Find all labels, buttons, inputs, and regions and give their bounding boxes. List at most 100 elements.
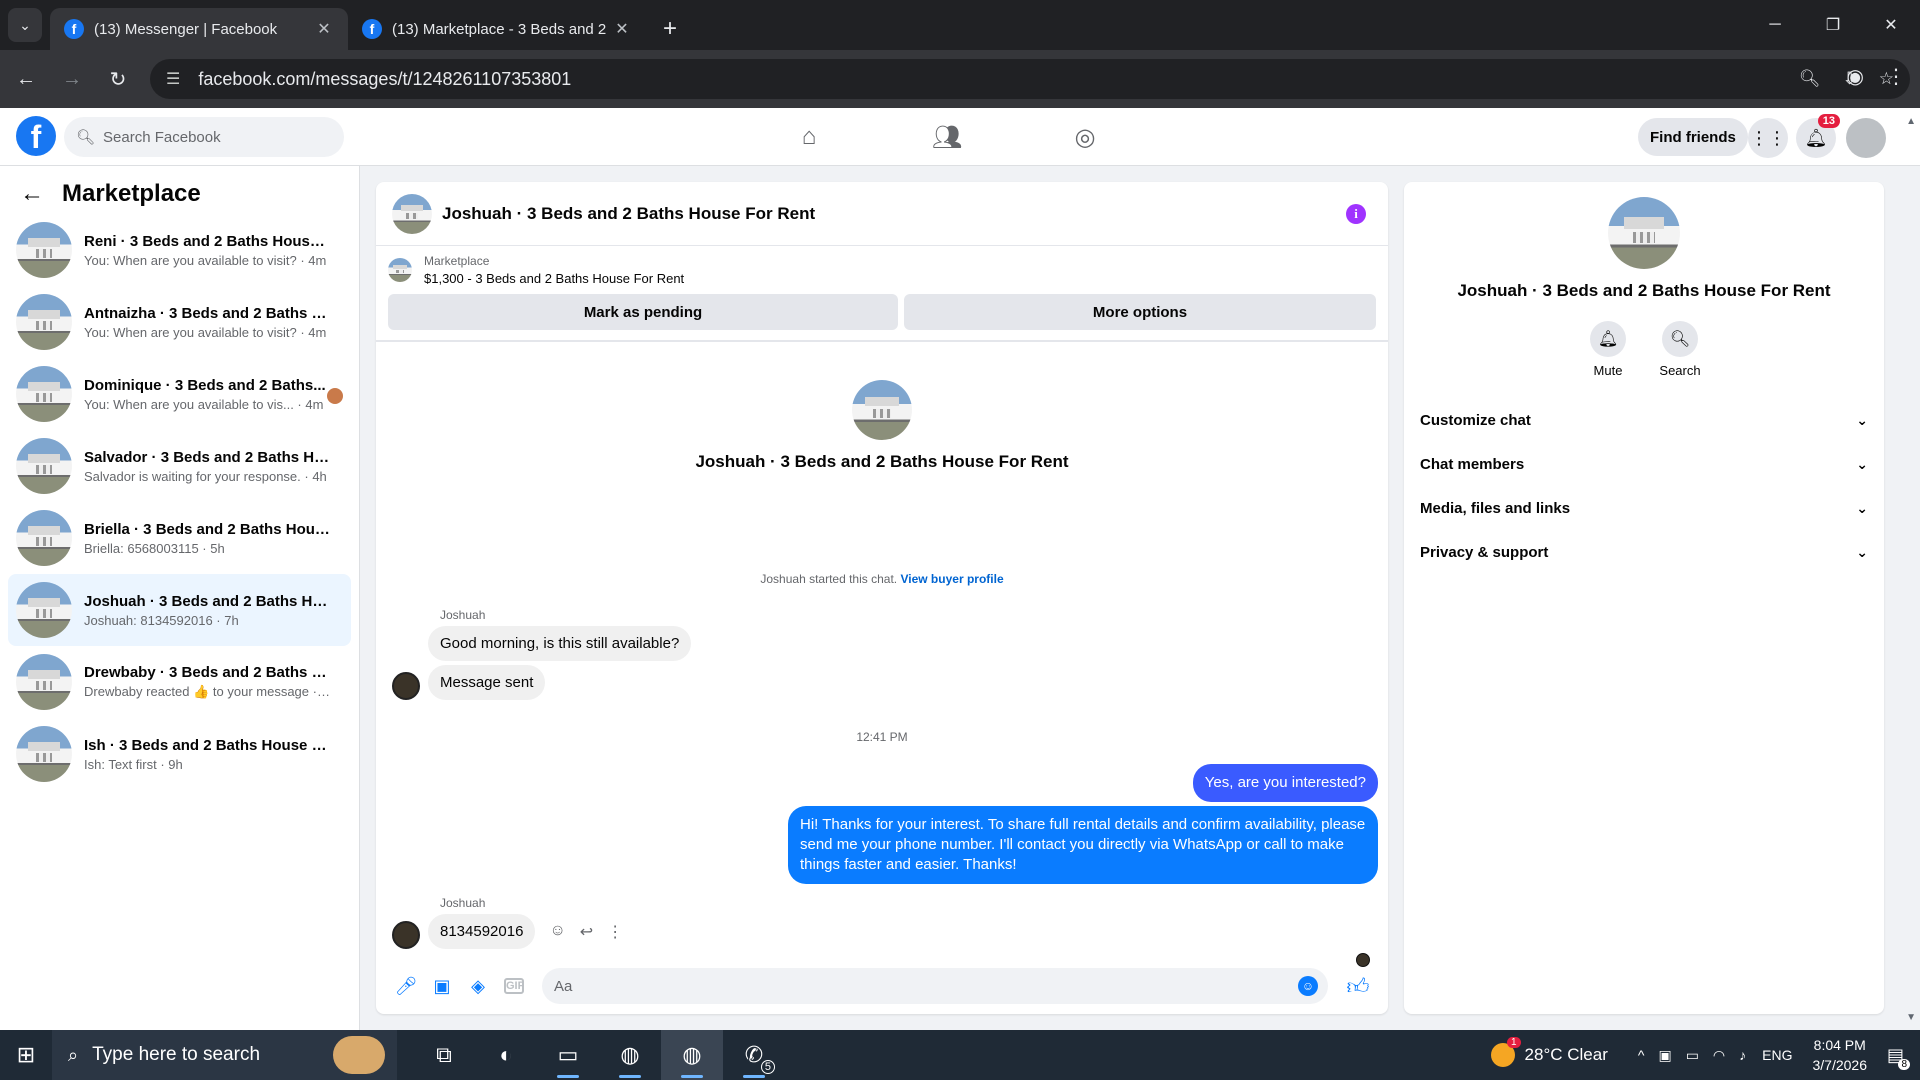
listing-thumbnail xyxy=(16,726,72,782)
edge-browser-icon[interactable]: ◐ xyxy=(475,1030,537,1080)
notification-center-icon[interactable]: ▤ 8 xyxy=(1887,1045,1910,1070)
mute-button[interactable]: 🔔︎ Mute xyxy=(1590,321,1626,378)
new-tab-plus-icon[interactable]: + xyxy=(652,8,688,50)
tab-messenger[interactable]: f (13) Messenger | Facebook ✕ xyxy=(50,8,348,50)
chat-title[interactable]: Joshuah · 3 Beds and 2 Baths House For R… xyxy=(442,204,815,224)
conversation-item-reni[interactable]: Reni · 3 Beds and 2 Baths House F... You… xyxy=(8,214,351,286)
browser-menu-icon[interactable]: ⋮ xyxy=(1886,64,1906,89)
mute-label: Mute xyxy=(1593,363,1623,378)
info-avatar[interactable] xyxy=(1608,197,1680,269)
show-hidden-icons-chevron-icon[interactable]: ^ xyxy=(1638,1047,1645,1064)
conversation-item-dominique[interactable]: Dominique · 3 Beds and 2 Baths... You: W… xyxy=(8,358,351,430)
sender-avatar[interactable] xyxy=(392,921,420,949)
section-customize-chat[interactable]: Customize chat ⌄ xyxy=(1420,398,1868,442)
close-tab-icon[interactable]: ✕ xyxy=(612,19,632,39)
microphone-icon[interactable]: 🎤︎ xyxy=(388,976,424,997)
wifi-icon[interactable]: ◠ xyxy=(1713,1047,1725,1064)
view-buyer-profile-link[interactable]: View buyer profile xyxy=(900,572,1003,586)
taskbar-search-box[interactable]: ⌕ Type here to search xyxy=(52,1030,397,1080)
tab-search-chevron-icon[interactable]: ⌄ xyxy=(8,8,42,42)
incoming-message[interactable]: 8134592016 xyxy=(428,914,536,949)
browser-profile-icon[interactable]: ◉ xyxy=(1847,64,1864,89)
tab-marketplace[interactable]: f (13) Marketplace - 3 Beds and 2 ✕ xyxy=(348,8,646,50)
section-media-files-links[interactable]: Media, files and links ⌄ xyxy=(1420,486,1868,530)
message-input[interactable]: Aa ☺ xyxy=(542,968,1328,1004)
whatsapp-icon[interactable]: ✆ 5 xyxy=(723,1030,785,1080)
conversation-item-joshuah[interactable]: Joshuah · 3 Beds and 2 Baths Hous... Jos… xyxy=(8,574,351,646)
conversation-name: Antnaizha · 3 Beds and 2 Baths Ho... xyxy=(84,304,330,322)
started-text: Joshuah started this chat. xyxy=(760,572,898,586)
camera-icon[interactable]: ▣ xyxy=(1658,1047,1671,1064)
search-icon: 🔍︎ xyxy=(76,129,96,146)
volume-icon[interactable]: ♪ xyxy=(1739,1047,1746,1064)
message-placeholder: Aa xyxy=(554,977,573,995)
more-options-button[interactable]: More options xyxy=(904,294,1376,330)
input-language[interactable]: ENG xyxy=(1762,1047,1792,1063)
listing-thumbnail xyxy=(388,258,412,282)
system-clock[interactable]: 8:04 PM 3/7/2026 xyxy=(1812,1035,1867,1075)
chat-intro-profile: Joshuah · 3 Beds and 2 Baths House For R… xyxy=(376,380,1388,472)
scroll-up-arrow-icon[interactable]: ▲ xyxy=(1906,116,1916,127)
account-avatar[interactable] xyxy=(1846,118,1886,158)
home-icon[interactable]: ⌂ xyxy=(780,123,838,151)
facebook-search-input[interactable]: 🔍︎ Search Facebook xyxy=(64,117,344,157)
close-window-icon[interactable]: ✕ xyxy=(1862,0,1920,50)
restore-icon[interactable]: ❐ xyxy=(1804,0,1862,50)
notifications-bell-icon[interactable]: 🔔︎ 13 xyxy=(1796,114,1840,158)
photo-attach-icon[interactable]: ▣ xyxy=(424,976,460,997)
gif-icon[interactable]: GIF xyxy=(504,978,524,994)
emoji-icon[interactable]: ☺ xyxy=(1298,976,1318,996)
listing-price: $1,300 - 3 Beds and 2 Baths House For Re… xyxy=(424,271,685,286)
chat-avatar[interactable] xyxy=(392,193,432,234)
tab-title: (13) Messenger | Facebook xyxy=(94,20,278,38)
chrome-profile-a-icon[interactable]: ◍ xyxy=(599,1030,661,1080)
thumbs-up-icon[interactable]: 👍︎ xyxy=(1340,973,1376,1000)
conversation-item-antnaizha[interactable]: Antnaizha · 3 Beds and 2 Baths Ho... You… xyxy=(8,286,351,358)
chrome-icon[interactable]: ◍ xyxy=(661,1030,723,1080)
outgoing-message[interactable]: Hi! Thanks for your interest. To share f… xyxy=(788,806,1378,884)
section-privacy-support[interactable]: Privacy & support ⌄ xyxy=(1420,530,1868,574)
section-chat-members[interactable]: Chat members ⌄ xyxy=(1420,442,1868,486)
mark-as-pending-button[interactable]: Mark as pending xyxy=(388,294,898,330)
weather-text: 28°C Clear xyxy=(1524,1045,1608,1064)
weather-widget[interactable]: 1 28°C Clear xyxy=(1490,1037,1608,1067)
conversation-item-salvador[interactable]: Salvador · 3 Beds and 2 Baths Hou... Sal… xyxy=(8,430,351,502)
battery-icon[interactable]: ▭ xyxy=(1686,1047,1699,1064)
close-tab-icon[interactable]: ✕ xyxy=(314,19,334,39)
sticker-icon[interactable]: ◈ xyxy=(460,976,496,997)
incoming-message[interactable]: Good morning, is this still available? xyxy=(428,626,692,661)
back-arrow-icon[interactable]: ← xyxy=(20,180,44,208)
reload-icon[interactable]: ↻ xyxy=(98,59,138,99)
search-conversation-button[interactable]: 🔍︎ Search xyxy=(1659,321,1701,378)
outgoing-message[interactable]: Yes, are you interested? xyxy=(1192,764,1378,802)
sender-avatar[interactable] xyxy=(392,672,420,700)
profile-avatar[interactable] xyxy=(852,380,912,440)
info-icon[interactable]: i xyxy=(1346,204,1366,224)
conversation-item-drewbaby[interactable]: Drewbaby · 3 Beds and 2 Baths Ho... Drew… xyxy=(8,646,351,718)
url-text[interactable]: facebook.com/messages/t/1248261107353801 xyxy=(198,69,1799,90)
more-actions-icon[interactable]: ⋮ xyxy=(607,922,623,942)
windows-start-icon[interactable]: ⊞ xyxy=(0,1030,52,1080)
facebook-logo-icon[interactable]: f xyxy=(16,116,56,156)
back-arrow-icon[interactable]: ← xyxy=(6,59,46,99)
forward-arrow-icon[interactable]: → xyxy=(52,59,92,99)
weather-sun-icon: 1 xyxy=(1490,1037,1521,1067)
react-emoji-icon[interactable]: ☺ xyxy=(549,922,565,942)
scroll-down-arrow-icon[interactable]: ▼ xyxy=(1906,1012,1916,1023)
incoming-message[interactable]: Message sent xyxy=(428,665,546,700)
minimize-icon[interactable]: ─ xyxy=(1746,0,1804,50)
conversation-item-briella[interactable]: Briella · 3 Beds and 2 Baths House ... B… xyxy=(8,502,351,574)
menu-grid-icon[interactable]: ⋮⋮ xyxy=(1748,118,1788,158)
zoom-icon[interactable]: 🔍︎ xyxy=(1799,69,1821,89)
conversation-item-ish[interactable]: Ish · 3 Beds and 2 Baths House For... Is… xyxy=(8,718,351,790)
groups-icon[interactable]: ◎ xyxy=(1056,123,1114,152)
friends-icon[interactable]: 👥︎ xyxy=(918,123,976,152)
find-friends-button[interactable]: Find friends xyxy=(1638,118,1748,156)
url-omnibox[interactable]: ☰ facebook.com/messages/t/12482611073538… xyxy=(150,59,1910,99)
task-view-icon[interactable]: ⧉ xyxy=(413,1030,475,1080)
listing-summary[interactable]: Marketplace $1,300 - 3 Beds and 2 Baths … xyxy=(376,246,1388,294)
reply-icon[interactable]: ↩ xyxy=(580,922,593,942)
listing-thumbnail xyxy=(16,294,72,350)
site-settings-icon[interactable]: ☰ xyxy=(166,69,180,89)
file-explorer-icon[interactable]: ▭ xyxy=(537,1030,599,1080)
